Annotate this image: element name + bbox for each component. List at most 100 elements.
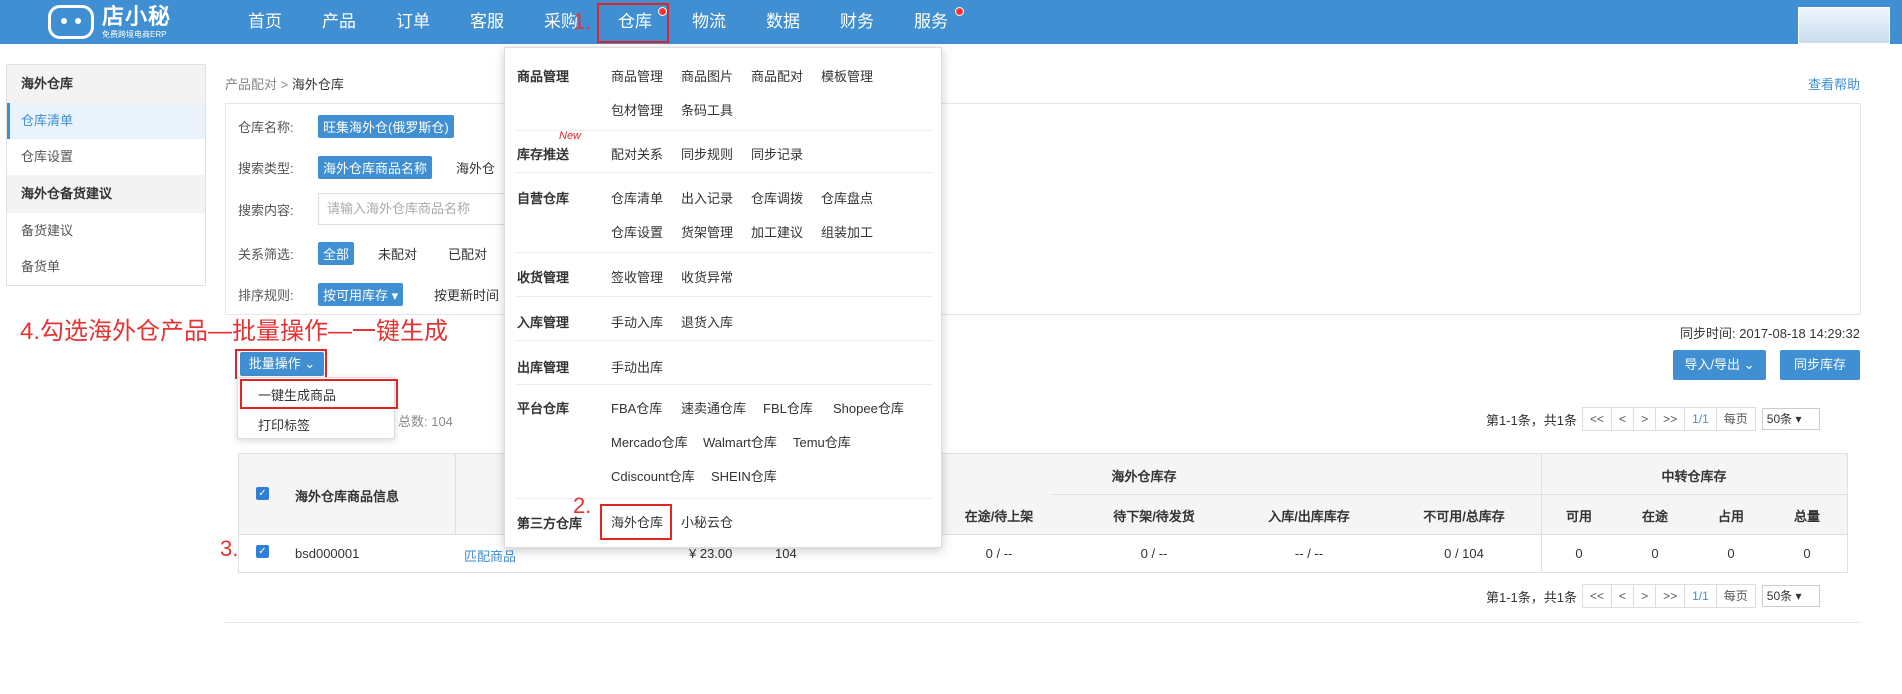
menu-link-product-images[interactable]: 商品图片 bbox=[681, 66, 733, 85]
menu-section-product-mgmt: 商品管理 bbox=[517, 69, 570, 84]
sidebar-item-warehouse-list[interactable]: 仓库清单 bbox=[7, 103, 205, 139]
menu-link-aliexpress[interactable]: 速卖通仓库 bbox=[681, 398, 746, 417]
nav-data[interactable]: 数据 bbox=[758, 0, 808, 44]
pager-first[interactable]: << bbox=[1582, 407, 1613, 431]
breadcrumb-sep: > bbox=[280, 77, 289, 92]
search-input[interactable]: 请输入海外仓库商品名称 bbox=[318, 193, 508, 225]
logo[interactable]: 店小秘 免费跨境电商ERP bbox=[48, 0, 171, 44]
warehouse-selected[interactable]: 旺集海外仓(俄罗斯仓) bbox=[318, 115, 454, 138]
select-all-checkbox[interactable]: ✓ bbox=[256, 487, 269, 500]
menu-link-shelf-mgmt[interactable]: 货架管理 bbox=[681, 222, 733, 241]
pager-first[interactable]: << bbox=[1582, 584, 1613, 608]
annotation-step-2: 2. bbox=[573, 493, 592, 518]
pager-per-page-select[interactable]: 50条 ▾ bbox=[1761, 585, 1820, 607]
nav-home[interactable]: 首页 bbox=[240, 0, 290, 44]
pager-next[interactable]: > bbox=[1633, 584, 1657, 608]
sort-option[interactable]: 按更新时间 bbox=[434, 285, 499, 304]
sidebar-item-stock-order[interactable]: 备货单 bbox=[7, 249, 205, 285]
row-match-link[interactable]: 匹配商品 bbox=[464, 546, 516, 565]
pager-last[interactable]: >> bbox=[1655, 584, 1686, 608]
menu-link-return-inbound[interactable]: 退货入库 bbox=[681, 312, 733, 331]
menu-link-packaging[interactable]: 包材管理 bbox=[611, 100, 663, 119]
menu-link-cdiscount[interactable]: Cdiscount仓库 bbox=[611, 466, 695, 485]
sidebar-item-stock-advice[interactable]: 备货建议 bbox=[7, 213, 205, 249]
menu-link-fba[interactable]: FBA仓库 bbox=[611, 398, 662, 417]
menu-separator bbox=[515, 252, 933, 253]
menu-link-sign-mgmt[interactable]: 签收管理 bbox=[611, 267, 663, 286]
nav-services[interactable]: 服务 bbox=[906, 0, 956, 44]
menu-link-inout-records[interactable]: 出入记录 bbox=[681, 188, 733, 207]
menu-section-outbound: 出库管理 bbox=[517, 360, 570, 375]
annotation-step-1: 1. bbox=[573, 9, 592, 34]
warehouse-label: 仓库名称: bbox=[238, 120, 294, 135]
relation-matched[interactable]: 已配对 bbox=[448, 244, 487, 263]
logo-name: 店小秘 bbox=[102, 3, 172, 29]
menu-link-sync-rules[interactable]: 同步规则 bbox=[681, 144, 733, 163]
col-divider bbox=[455, 454, 456, 534]
sidebar-item-warehouse-settings[interactable]: 仓库设置 bbox=[7, 139, 205, 175]
menu-link-manual-inbound[interactable]: 手动入库 bbox=[611, 312, 663, 331]
menu-link-warehouse-settings[interactable]: 仓库设置 bbox=[611, 222, 663, 241]
row-t-available: 0 bbox=[1575, 546, 1583, 561]
menu-link-fbl[interactable]: FBL仓库 bbox=[763, 398, 813, 417]
menu-link-temu[interactable]: Temu仓库 bbox=[793, 432, 851, 451]
user-avatar-box[interactable] bbox=[1798, 7, 1890, 44]
nav-product[interactable]: 产品 bbox=[314, 0, 364, 44]
menu-link-cloud-warehouse[interactable]: 小秘云仓 bbox=[681, 512, 733, 531]
menu-link-manual-outbound[interactable]: 手动出库 bbox=[611, 357, 663, 376]
row-price: ¥ 23.00 bbox=[689, 546, 733, 561]
menu-link-mercado[interactable]: Mercado仓库 bbox=[611, 432, 688, 451]
menu-link-sync-records[interactable]: 同步记录 bbox=[751, 144, 803, 163]
menu-section-platform: 平台仓库 bbox=[517, 401, 570, 416]
menu-link-pair-relation[interactable]: 配对关系 bbox=[611, 144, 663, 163]
col-header-occupied: 占用 bbox=[1717, 509, 1744, 524]
pager-last[interactable]: >> bbox=[1655, 407, 1686, 431]
col-header-info: 海外仓库商品信息 bbox=[295, 489, 400, 504]
sidebar: 海外仓库 仓库清单 仓库设置 海外仓备货建议 备货建议 备货单 bbox=[6, 64, 206, 286]
row-available: 104 bbox=[775, 546, 797, 561]
relation-all[interactable]: 全部 bbox=[318, 242, 355, 265]
import-export-button[interactable]: 导入/导出 ⌄ bbox=[1673, 350, 1766, 380]
menu-link-processing-advice[interactable]: 加工建议 bbox=[751, 222, 803, 241]
row-checkbox[interactable]: ✓ bbox=[256, 545, 269, 558]
menu-item-print-label[interactable]: 打印标签 bbox=[258, 415, 310, 434]
col-header-intransit: 在途/待上架 bbox=[964, 509, 1034, 524]
robot-logo-icon bbox=[48, 5, 94, 39]
nav-order[interactable]: 订单 bbox=[388, 0, 438, 44]
menu-link-shopee[interactable]: Shopee仓库 bbox=[833, 398, 904, 417]
menu-link-stocktake[interactable]: 仓库盘点 bbox=[821, 188, 873, 207]
sync-stock-button[interactable]: 同步库存 bbox=[1780, 350, 1860, 380]
pager-page: 1/1 bbox=[1684, 584, 1717, 608]
menu-link-assembly[interactable]: 组装加工 bbox=[821, 222, 873, 241]
search-type-label: 搜索类型: bbox=[238, 161, 294, 176]
menu-link-template-mgmt[interactable]: 模板管理 bbox=[821, 66, 873, 85]
relation-label: 关系筛选: bbox=[238, 247, 294, 262]
sort-active[interactable]: 按可用库存 ▾ bbox=[318, 283, 404, 306]
search-type-option[interactable]: 海外仓 bbox=[456, 158, 495, 177]
pager-prev[interactable]: < bbox=[1611, 407, 1635, 431]
menu-link-receive-exception[interactable]: 收货异常 bbox=[681, 267, 733, 286]
pager-per-page-select[interactable]: 50条 ▾ bbox=[1761, 408, 1820, 430]
menu-link-warehouse-list[interactable]: 仓库清单 bbox=[611, 188, 663, 207]
pager-next[interactable]: > bbox=[1633, 407, 1657, 431]
nav-finance[interactable]: 财务 bbox=[832, 0, 882, 44]
row-t-onway: 0 bbox=[1651, 546, 1659, 561]
pager-prev[interactable]: < bbox=[1611, 584, 1635, 608]
menu-link-product-pairing[interactable]: 商品配对 bbox=[751, 66, 803, 85]
nav-logistics[interactable]: 物流 bbox=[684, 0, 734, 44]
menu-link-walmart[interactable]: Walmart仓库 bbox=[703, 432, 777, 451]
col-header-pending: 待下架/待发货 bbox=[1113, 509, 1195, 524]
menu-link-shein[interactable]: SHEIN仓库 bbox=[711, 466, 777, 485]
breadcrumb-parent[interactable]: 产品配对 bbox=[225, 77, 277, 92]
relation-unmatched[interactable]: 未配对 bbox=[378, 244, 417, 263]
menu-link-transfer[interactable]: 仓库调拨 bbox=[751, 188, 803, 207]
nav-service[interactable]: 客服 bbox=[462, 0, 512, 44]
pager-per-page-label: 每页 bbox=[1715, 407, 1756, 431]
breadcrumb-current: 海外仓库 bbox=[291, 77, 344, 92]
menu-link-product-mgmt[interactable]: 商品管理 bbox=[611, 66, 663, 85]
menu-section-own-warehouse: 自营仓库 bbox=[517, 191, 570, 206]
help-link[interactable]: 查看帮助 bbox=[1808, 74, 1860, 93]
menu-link-barcode[interactable]: 条码工具 bbox=[681, 100, 733, 119]
search-type-active[interactable]: 海外仓库商品名称 bbox=[318, 156, 433, 179]
menu-section-inbound: 入库管理 bbox=[517, 315, 570, 330]
